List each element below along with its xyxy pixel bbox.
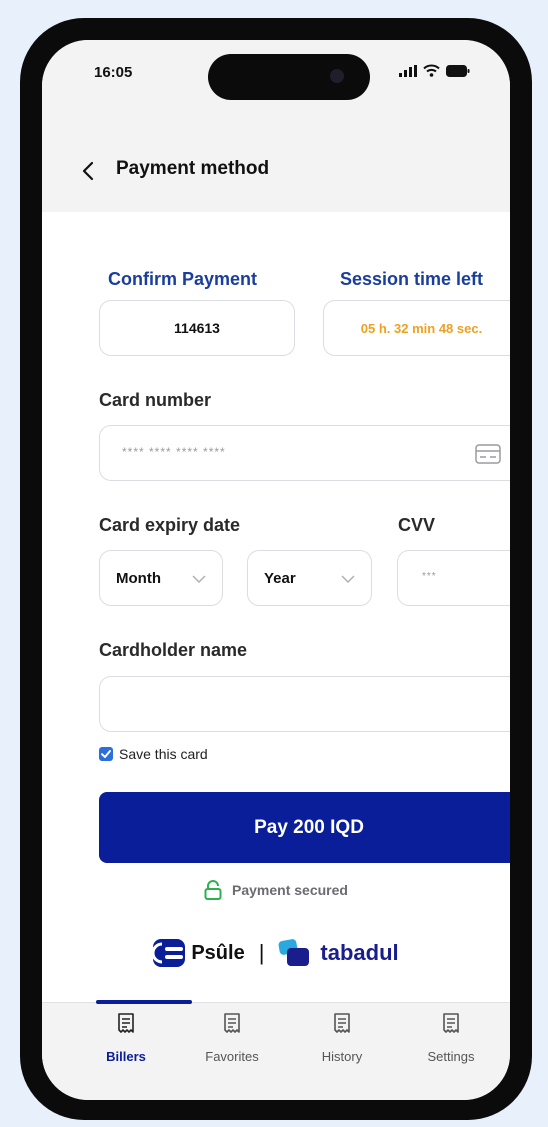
card-number-label: Card number: [99, 390, 212, 410]
status-icons: [399, 64, 470, 77]
cvv-input[interactable]: ***: [397, 550, 510, 606]
month-select[interactable]: Month: [99, 550, 223, 606]
pay-button[interactable]: Pay 200 IQD: [99, 792, 510, 863]
active-tab-indicator: [96, 1000, 192, 1004]
receipt-icon: [334, 1013, 350, 1033]
expiry-label: Card expiry date: [99, 515, 241, 535]
checkbox-checked-icon: [99, 747, 113, 761]
tabadul-wordmark: tabadul: [320, 940, 399, 965]
cvv-label: CVV: [398, 515, 436, 535]
back-button[interactable]: [76, 158, 100, 184]
year-select-value: Year: [264, 570, 296, 587]
signal-icon: [399, 64, 417, 77]
tab-favorites-label: Favorites: [205, 1049, 259, 1064]
confirm-payment-label: Confirm Payment: [108, 269, 258, 289]
card-number-input[interactable]: **** **** **** ****: [99, 425, 510, 481]
payment-secured: Payment secured: [42, 880, 510, 900]
confirm-code: 114613: [174, 320, 220, 336]
psule-logo: Psûle: [153, 939, 245, 967]
tab-billers-label: Billers: [106, 1049, 146, 1064]
battery-icon: [446, 64, 470, 77]
card-number-placeholder: **** **** **** ****: [122, 445, 226, 459]
save-card-checkbox[interactable]: Save this card: [99, 746, 208, 762]
session-timer-box: 05 h. 32 min 48 sec.: [323, 300, 510, 356]
save-card-label: Save this card: [119, 746, 208, 762]
cardholder-input[interactable]: [99, 676, 510, 732]
tabadul-logo: tabadul: [278, 938, 399, 968]
chevron-left-icon: [82, 161, 94, 181]
credit-card-icon: [475, 444, 501, 464]
chevron-down-icon: [341, 575, 355, 583]
tab-favorites[interactable]: Favorites: [187, 1013, 277, 1083]
tab-settings[interactable]: Settings: [406, 1013, 496, 1083]
cardholder-label: Cardholder name: [99, 640, 248, 660]
bottom-tab-bar: Billers Favorites History Settings: [42, 1000, 510, 1100]
year-select[interactable]: Year: [247, 550, 372, 606]
lock-icon: [204, 880, 222, 900]
psule-logo-mark-icon: [153, 939, 186, 967]
tab-history[interactable]: History: [297, 1013, 387, 1083]
phone-frame: 16:05 Payment method Confirm Payment Ses…: [20, 18, 532, 1120]
confirm-code-box: 114613: [99, 300, 295, 356]
page-title: Payment method: [116, 158, 270, 179]
tab-settings-label: Settings: [427, 1049, 475, 1064]
session-time-label: Session time left: [340, 269, 484, 289]
status-time: 16:05: [94, 64, 133, 81]
receipt-icon: [118, 1013, 134, 1033]
brand-logos: Psûle | tabadul: [42, 938, 510, 968]
dynamic-island: [208, 54, 370, 100]
receipt-icon: [443, 1013, 459, 1033]
receipt-icon: [224, 1013, 240, 1033]
app-screen: 16:05 Payment method Confirm Payment Ses…: [42, 40, 510, 1100]
month-select-value: Month: [116, 570, 161, 587]
tabadul-logo-mark-icon: [278, 939, 310, 966]
tab-billers[interactable]: Billers: [81, 1013, 171, 1083]
psule-wordmark: Psûle: [191, 941, 245, 964]
pay-button-label: Pay 200 IQD: [254, 816, 364, 838]
payment-secured-text: Payment secured: [232, 882, 348, 898]
brand-separator: |: [258, 940, 265, 965]
session-timer: 05 h. 32 min 48 sec.: [360, 320, 483, 336]
cvv-placeholder: ***: [422, 571, 437, 582]
chevron-down-icon: [192, 575, 206, 583]
camera-dot: [330, 69, 344, 83]
tab-history-label: History: [321, 1049, 363, 1064]
wifi-icon: [423, 64, 440, 77]
